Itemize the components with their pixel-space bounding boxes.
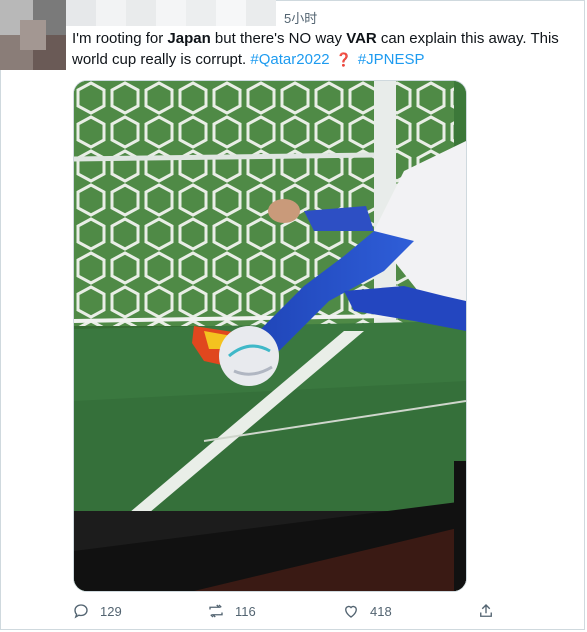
reply-icon <box>74 604 88 619</box>
like-button[interactable]: 418 <box>342 602 392 620</box>
tweet-timestamp[interactable]: 5小时 <box>284 8 317 27</box>
tweet-text: I'm rooting for Japan but there's NO way… <box>72 28 572 70</box>
photo-image <box>74 81 466 591</box>
tweet-actions: 129 116 418 <box>72 602 512 626</box>
hashtag-qatar2022[interactable]: #Qatar2022 <box>250 51 329 68</box>
retweet-count: 116 <box>235 603 256 619</box>
heart-icon <box>345 605 357 618</box>
reply-count: 129 <box>100 603 122 619</box>
share-button[interactable] <box>477 602 495 620</box>
reply-button[interactable]: 129 <box>72 602 122 620</box>
retweet-button[interactable]: 116 <box>207 602 256 620</box>
tweet-photo[interactable] <box>73 80 467 592</box>
like-count: 418 <box>370 603 392 619</box>
tweet-text-part: I'm rooting for <box>72 30 168 47</box>
share-icon <box>480 604 492 617</box>
hashtag-jpnesp[interactable]: #JPNESP <box>358 51 425 68</box>
retweet-icon <box>209 604 223 618</box>
question-emoji: ❓ <box>335 52 352 67</box>
tweet-text-bold-japan: Japan <box>167 30 211 47</box>
tweet-text-bold-var: VAR <box>346 30 377 47</box>
tweet-text-part: but there's NO way <box>210 30 347 47</box>
avatar[interactable] <box>0 0 66 70</box>
